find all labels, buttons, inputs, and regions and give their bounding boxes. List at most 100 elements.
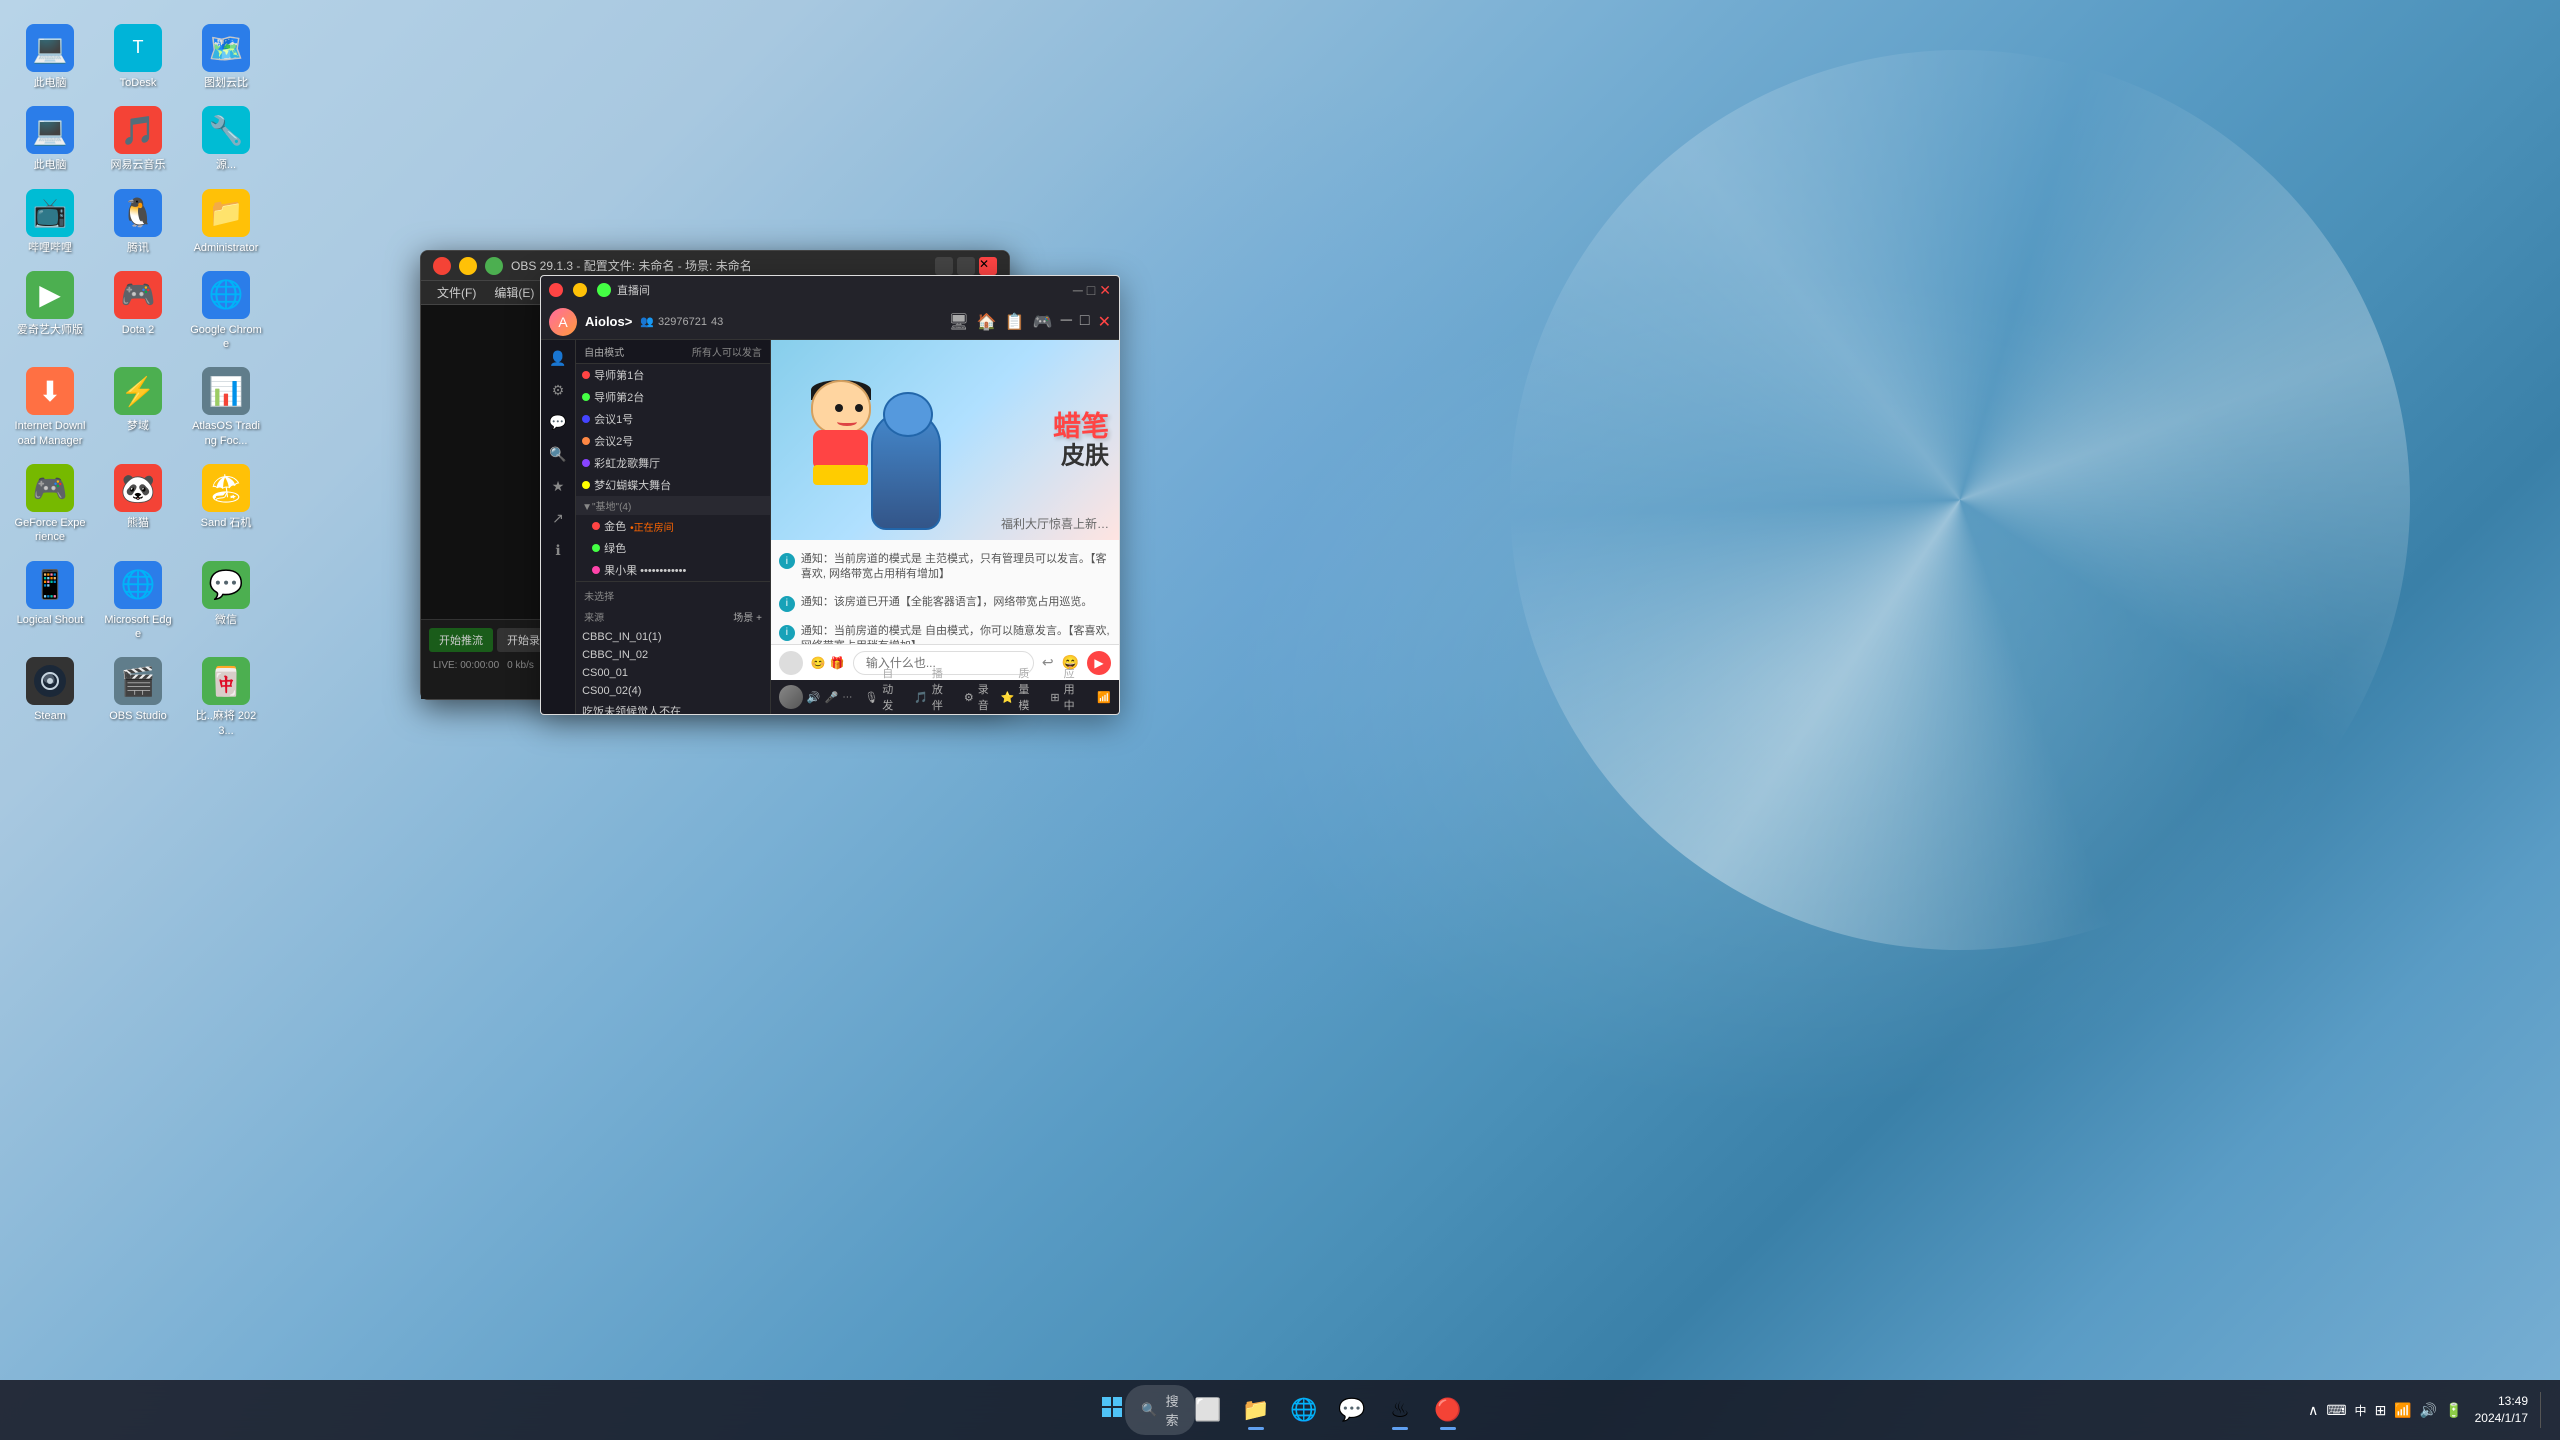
mic-icon[interactable]: 🎤 xyxy=(825,691,839,704)
desktop-icon-geforce[interactable]: 🎮 GeForce Experience xyxy=(10,460,90,549)
nav-info-btn[interactable]: ℹ xyxy=(544,536,572,564)
nav-star-btn[interactable]: ★ xyxy=(544,472,572,500)
nav-contacts-btn[interactable]: 👤 xyxy=(544,344,572,372)
tray-input[interactable]: 中 xyxy=(2355,1402,2367,1419)
room-cs1[interactable]: CS00_01 xyxy=(576,664,770,682)
desktop-icon-dota[interactable]: 🎮 Dota 2 xyxy=(98,267,178,356)
desktop-icon-tencent[interactable]: 🐧 腾讯 xyxy=(98,185,178,259)
room-item-1[interactable]: 导师第1台 xyxy=(576,364,770,386)
obs-min-btn[interactable]: − xyxy=(459,257,477,275)
room-label-6: 梦幻蝴蝶大舞台 xyxy=(594,477,671,493)
tray-arrow[interactable]: ∧ xyxy=(2308,1402,2318,1419)
desktop-icon-folder[interactable]: 📁 Administrator xyxy=(186,185,266,259)
obs-max-btn[interactable]: + xyxy=(485,257,503,275)
volume-icon[interactable]: 🔊 xyxy=(807,691,821,704)
screen-icon[interactable]: 🖥 xyxy=(949,312,969,332)
obs-close-btn[interactable]: ✕ xyxy=(433,257,451,275)
close-icon[interactable]: ✕ xyxy=(1098,312,1111,332)
game-icon[interactable]: 🎮 xyxy=(1033,312,1053,332)
show-desktop-btn[interactable] xyxy=(2540,1392,2544,1428)
nav-chat-btn[interactable]: 💬 xyxy=(544,408,572,436)
desktop-icon-mengyv[interactable]: ⚡ 梦域 xyxy=(98,363,178,452)
room-item-2[interactable]: 导师第2台 xyxy=(576,386,770,408)
room-chifan[interactable]: 吃饭未领候觉人不在 xyxy=(576,700,770,714)
stream-win-max[interactable]: □ xyxy=(1087,282,1095,299)
nav-settings-btn[interactable]: ⚙ xyxy=(544,376,572,404)
template-btn[interactable]: ⭐ 质量模板 xyxy=(1001,665,1039,714)
stream-min-btn[interactable] xyxy=(573,283,587,297)
recording-btn[interactable]: ⚙ 录音 xyxy=(964,681,989,713)
desktop-icon-atlas[interactable]: 📊 AtlasOS Trading Foc... xyxy=(186,363,266,452)
desktop-icon-todesk[interactable]: T ToDesk xyxy=(98,20,178,94)
tool-icon-label: 源... xyxy=(216,158,236,172)
stream-max-btn[interactable] xyxy=(597,283,611,297)
obs-win-max[interactable] xyxy=(957,257,975,275)
desktop-icon-logical[interactable]: 📱 Logical Shout xyxy=(10,557,90,646)
room-dot-1 xyxy=(582,371,590,379)
time-display[interactable]: 13:49 2024/1/17 xyxy=(2475,1393,2528,1427)
tray-battery[interactable]: 🔋 xyxy=(2445,1402,2462,1419)
maximize-icon[interactable]: □ xyxy=(1080,312,1090,332)
obs-win-close[interactable]: ✕ xyxy=(979,257,997,275)
signal-btn[interactable]: 📶 xyxy=(1097,691,1111,704)
apps-btn[interactable]: ⊞ 应用中心 xyxy=(1050,665,1085,714)
room-cbbc1[interactable]: CBBC_IN_01(1) xyxy=(576,628,770,646)
room-cbbc2[interactable]: CBBC_IN_02 xyxy=(576,646,770,664)
desktop-icon-iqiyi[interactable]: ▶ 爱奇艺大师版 xyxy=(10,267,90,356)
auto-speak-btn[interactable]: 🎙 自动发言 xyxy=(864,665,902,714)
emoji-btn[interactable]: 😊 xyxy=(811,656,826,670)
stream-win-close[interactable]: ✕ xyxy=(1099,282,1111,299)
desktop-icon-steam[interactable]: Steam xyxy=(10,653,90,742)
desktop-icon-panda[interactable]: 🐼 熊猫 xyxy=(98,460,178,549)
room-cs2[interactable]: CS00_02(4) xyxy=(576,682,770,700)
desktop-icon-idm[interactable]: ⬇ Internet Download Manager xyxy=(10,363,90,452)
tray-network[interactable]: 📶 xyxy=(2394,1402,2411,1419)
nav-search-btn[interactable]: 🔍 xyxy=(544,440,572,468)
desktop-icon-bilibili[interactable]: 📺 哔哩哔哩 xyxy=(10,185,90,259)
desktop-icon-edge[interactable]: 🌐 Microsoft Edge xyxy=(98,557,178,646)
obs-menu-edit[interactable]: 编辑(E) xyxy=(486,282,542,303)
minimize-icon[interactable]: ─ xyxy=(1061,312,1072,332)
room-item-luse[interactable]: 绿色 xyxy=(576,537,770,559)
section-add[interactable]: 场景 + xyxy=(733,609,762,624)
stream-win-min[interactable]: ─ xyxy=(1073,282,1083,299)
desktop-icon-music[interactable]: 🎵 网易云音乐 xyxy=(98,102,178,176)
room-item-guoxiaoguo[interactable]: 果小果 •••••••••••• xyxy=(576,559,770,581)
send-button[interactable]: ▶ xyxy=(1087,651,1111,675)
room-item-active[interactable]: 金色 •正在房间 xyxy=(576,515,770,537)
desktop-icon-pc2[interactable]: 💻 此电脑 xyxy=(10,102,90,176)
home-icon[interactable]: 🏠 xyxy=(977,312,997,332)
room-item-6[interactable]: 梦幻蝴蝶大舞台 xyxy=(576,474,770,496)
bgm-btn[interactable]: 🎵 播放伴奏 xyxy=(914,665,952,714)
desktop-icon-chrome[interactable]: 🌐 Google Chrome xyxy=(186,267,266,356)
obs-menu-file[interactable]: 文件(F) xyxy=(429,282,484,303)
desktop-icon-wechat[interactable]: 💬 微信 xyxy=(186,557,266,646)
taskbar-search-btn[interactable]: 🔍 搜索 xyxy=(1138,1388,1182,1432)
table-icon[interactable]: 📋 xyxy=(1005,312,1025,332)
room-item-5[interactable]: 彩虹龙歌舞厅 xyxy=(576,452,770,474)
nav-share-btn[interactable]: ↗ xyxy=(544,504,572,532)
room-item-4[interactable]: 会议2号 xyxy=(576,430,770,452)
explorer-btn[interactable]: 📁 xyxy=(1234,1388,1278,1432)
start-streaming-btn[interactable]: 开始推流 xyxy=(429,628,493,652)
desktop-icon-obs[interactable]: 🎬 OBS Studio xyxy=(98,653,178,742)
edge-btn[interactable]: 🌐 xyxy=(1282,1388,1326,1432)
more-icon[interactable]: ⋯ xyxy=(842,692,852,703)
taskview-btn[interactable]: ⬜ xyxy=(1186,1388,1230,1432)
desktop-icon-computer[interactable]: 💻 此电脑 xyxy=(10,20,90,94)
gift-btn[interactable]: 🎁 xyxy=(830,656,845,670)
obs-win-min[interactable] xyxy=(935,257,953,275)
tray-layout[interactable]: ⊞ xyxy=(2375,1402,2387,1419)
tray-keyboard[interactable]: ⌨ xyxy=(2326,1402,2346,1419)
wechat-btn[interactable]: 💬 xyxy=(1330,1388,1374,1432)
desktop-icon-sand[interactable]: 🏖 Sand 石机 xyxy=(186,460,266,549)
room-item-3[interactable]: 会议1号 xyxy=(576,408,770,430)
desktop-icon-maps[interactable]: 🗺️ 图划云比 xyxy=(186,20,266,94)
stream-close-btn[interactable] xyxy=(549,283,563,297)
search-bar[interactable]: 🔍 搜索 xyxy=(1125,1385,1194,1435)
steam-taskbar-btn[interactable]: ♨ xyxy=(1378,1388,1422,1432)
desktop-icon-mahjong[interactable]: 🀄 比..麻将 2023... xyxy=(186,653,266,742)
desktop-icon-tool[interactable]: 🔧 源... xyxy=(186,102,266,176)
tray-volume[interactable]: 🔊 xyxy=(2420,1402,2437,1419)
obs-taskbar-btn[interactable]: 🔴 xyxy=(1426,1388,1470,1432)
